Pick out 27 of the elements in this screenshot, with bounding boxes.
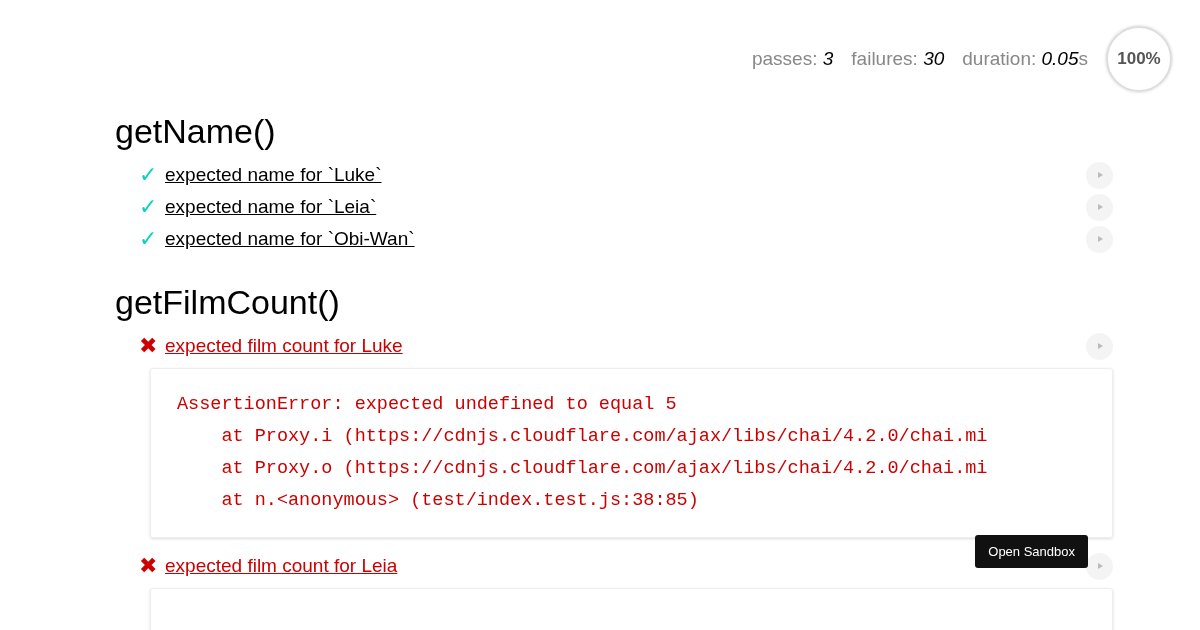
tooltip: Open Sandbox xyxy=(975,535,1088,568)
test-link[interactable]: expected film count for Luke xyxy=(165,335,403,357)
replay-button[interactable] xyxy=(1086,552,1113,580)
play-icon xyxy=(1096,563,1103,569)
error-line: at n.<anonymous> (test/index.test.js:38:85) xyxy=(220,489,700,513)
test-link[interactable]: expected film count for Leia xyxy=(165,555,398,577)
cross-icon: ✖ xyxy=(139,333,165,359)
play-icon xyxy=(1096,343,1103,349)
play-icon xyxy=(1096,236,1103,242)
test-link[interactable]: expected name for `Obi-Wan` xyxy=(165,228,415,250)
cross-icon: ✖ xyxy=(139,553,165,579)
play-icon xyxy=(1096,172,1103,178)
play-icon xyxy=(1096,204,1103,210)
check-icon: ✓ xyxy=(139,194,165,220)
error-line: at Proxy.o (https://cdnjs.cloudflare.com/ajax/libs/chai/4.2.0/chai.mi xyxy=(220,457,989,481)
check-icon: ✓ xyxy=(139,162,165,188)
stat-text: failures: 30 xyxy=(851,48,945,70)
test-link[interactable]: expected name for `Luke` xyxy=(165,164,382,186)
stat-text: passes: 3 xyxy=(752,48,834,70)
test-link[interactable]: expected name for `Leia` xyxy=(165,196,377,218)
check-icon: ✓ xyxy=(139,226,165,252)
progress-ring: 100% xyxy=(1106,26,1172,92)
error-line: AssertionError: expected undefined to equal 5 xyxy=(177,393,678,417)
suite-title: getFilmCount() xyxy=(115,283,341,322)
stat-text: duration: 0.05s xyxy=(962,48,1088,70)
suite-title: getName() xyxy=(115,112,277,151)
error-line: at Proxy.i (https://cdnjs.cloudflare.com/ajax/libs/chai/4.2.0/chai.mi xyxy=(220,425,989,449)
